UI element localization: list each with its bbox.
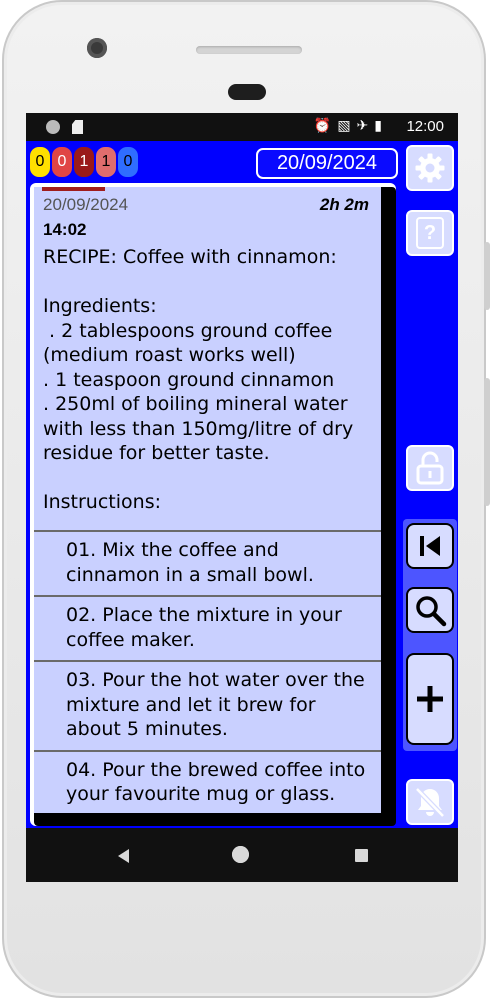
bell-off-icon <box>415 787 445 818</box>
note-date: 20/09/2024 <box>43 195 129 214</box>
volume-rocker[interactable] <box>484 378 490 506</box>
skip-to-start-icon <box>420 536 440 556</box>
no-sim-icon: ▧ <box>337 118 357 134</box>
counter-badge[interactable]: 0 <box>118 147 138 177</box>
counter-badge[interactable]: 0 <box>30 147 50 177</box>
lock-button[interactable] <box>406 445 454 491</box>
home-icon[interactable] <box>232 846 249 863</box>
power-button[interactable] <box>484 242 490 310</box>
front-camera <box>87 38 107 58</box>
counter-badges: 00110 <box>30 147 138 177</box>
status-bar: ⏰▧✈▮ 12:00 <box>26 113 458 141</box>
recent-apps-icon[interactable] <box>355 849 368 862</box>
date-button[interactable]: 20/09/2024 <box>256 148 398 179</box>
note-time: 14:02 <box>43 220 87 239</box>
clock: 12:00 <box>406 118 444 135</box>
instruction-steps: 01. Mix the coffee and cinnamon in a sma… <box>34 530 381 813</box>
help-button[interactable]: ? <box>406 210 454 256</box>
unlock-icon <box>416 451 444 485</box>
step-item[interactable]: 02. Place the mixture in your coffee mak… <box>34 595 381 660</box>
first-page-button[interactable] <box>406 523 454 569</box>
step-item[interactable]: 04. Pour the brewed coffee into your fav… <box>34 749 381 814</box>
airplane-icon: ✈ <box>356 118 375 134</box>
settings-button[interactable] <box>406 145 454 191</box>
notifications-off-button[interactable] <box>406 779 454 825</box>
note-card[interactable]: 20/09/2024 2h 2m 14:02 RECIPE: Coffee wi… <box>34 187 381 813</box>
app-window: 00110 20/09/2024 ? 20/09/2024 2h 2m 14:0… <box>26 141 458 828</box>
plus-icon <box>417 686 443 712</box>
screen: ⏰▧✈▮ 12:00 00110 20/09/2024 ? 20/09/2024… <box>26 113 458 882</box>
step-item[interactable]: 03. Pour the hot water over the mixture … <box>34 660 381 750</box>
note-duration: 2h 2m <box>319 195 369 214</box>
counter-badge[interactable]: 1 <box>74 147 94 177</box>
search-button[interactable] <box>406 587 454 633</box>
note-body: RECIPE: Coffee with cinnamon: Ingredient… <box>43 246 354 513</box>
help-icon: ? <box>416 217 444 249</box>
earpiece-speaker <box>196 46 302 54</box>
sd-card-icon <box>72 120 83 134</box>
back-icon[interactable] <box>118 849 129 863</box>
android-nav-bar <box>26 828 458 882</box>
status-icons: ⏰▧✈▮ <box>314 118 388 134</box>
notification-dot-icon <box>46 120 60 134</box>
alarm-icon: ⏰ <box>313 118 338 134</box>
counter-badge[interactable]: 0 <box>52 147 72 177</box>
gear-icon <box>415 153 445 183</box>
add-note-button[interactable] <box>406 653 454 745</box>
counter-badge[interactable]: 1 <box>96 147 116 177</box>
step-item[interactable]: 01. Mix the coffee and cinnamon in a sma… <box>34 530 381 595</box>
battery-icon: ▮ <box>374 118 388 134</box>
proximity-sensor <box>228 84 266 100</box>
priority-bar <box>42 187 105 191</box>
search-icon <box>416 596 447 627</box>
